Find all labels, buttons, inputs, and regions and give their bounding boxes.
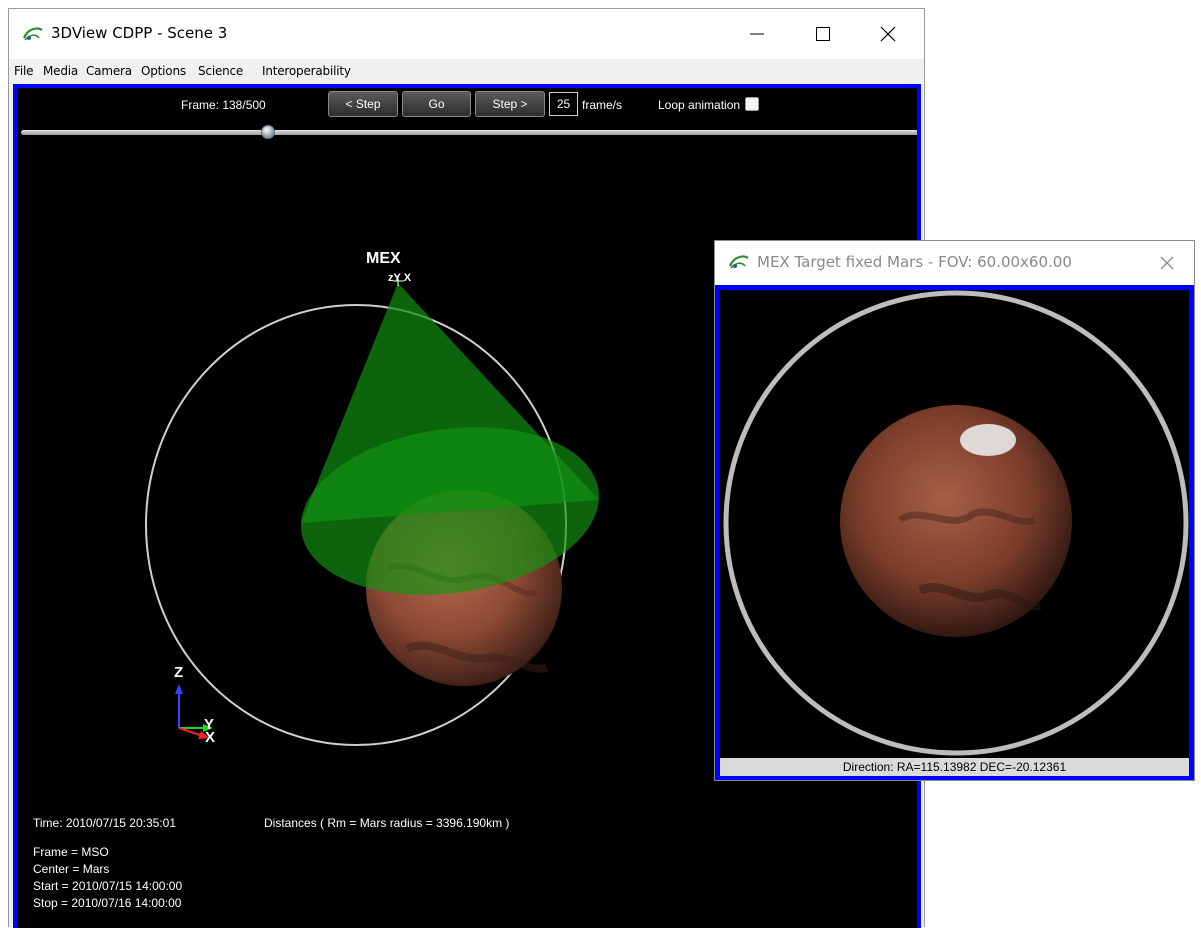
- fov-frame: Direction: RA=115.13982 DEC=-20.12361: [715, 285, 1194, 780]
- menu-camera[interactable]: Camera: [86, 64, 132, 78]
- fov-app-logo-icon: [728, 255, 749, 269]
- direction-status: Direction: RA=115.13982 DEC=-20.12361: [720, 758, 1189, 776]
- menu-file[interactable]: File: [14, 64, 33, 78]
- menu-bar: File Media Camera Options Science Intero…: [9, 59, 924, 83]
- menu-science[interactable]: Science: [198, 64, 243, 78]
- fov-window-title: MEX Target fixed Mars - FOV: 60.00x60.00: [757, 253, 1072, 271]
- fov-close-button[interactable]: [1155, 251, 1179, 275]
- close-icon: [1160, 256, 1174, 270]
- frame-readout: Frame = MSO: [33, 845, 109, 859]
- start-readout: Start = 2010/07/15 14:00:00: [33, 879, 183, 893]
- fov-window: MEX Target fixed Mars - FOV: 60.00x60.00: [714, 240, 1195, 781]
- close-icon: [880, 26, 896, 42]
- minimize-button[interactable]: [734, 9, 780, 59]
- axis-x-label: X: [205, 729, 216, 746]
- spacecraft-axes-label: zY X: [388, 272, 412, 284]
- menu-interoperability[interactable]: Interoperability: [262, 64, 351, 78]
- spacecraft-label: MEX: [366, 250, 401, 267]
- time-readout: Time: 2010/07/15 20:35:01: [33, 816, 176, 830]
- menu-media[interactable]: Media: [43, 64, 78, 78]
- stop-readout: Stop = 2010/07/16 14:00:00: [33, 896, 182, 910]
- fov-view: [723, 290, 1189, 756]
- distances-readout: Distances ( Rm = Mars radius = 3396.190k…: [264, 816, 510, 830]
- minimize-icon: [750, 33, 764, 35]
- center-readout: Center = Mars: [33, 862, 110, 876]
- close-button[interactable]: [865, 9, 911, 59]
- polar-cap: [960, 424, 1016, 456]
- axis-z-label: Z: [174, 664, 184, 681]
- title-bar[interactable]: 3DView CDPP - Scene 3: [9, 9, 924, 59]
- fov-canvas[interactable]: [720, 290, 1189, 758]
- app-logo-icon: [22, 27, 43, 41]
- maximize-button[interactable]: [800, 9, 846, 59]
- menu-options[interactable]: Options: [141, 64, 186, 78]
- maximize-icon: [816, 27, 830, 41]
- window-title: 3DView CDPP - Scene 3: [51, 24, 228, 42]
